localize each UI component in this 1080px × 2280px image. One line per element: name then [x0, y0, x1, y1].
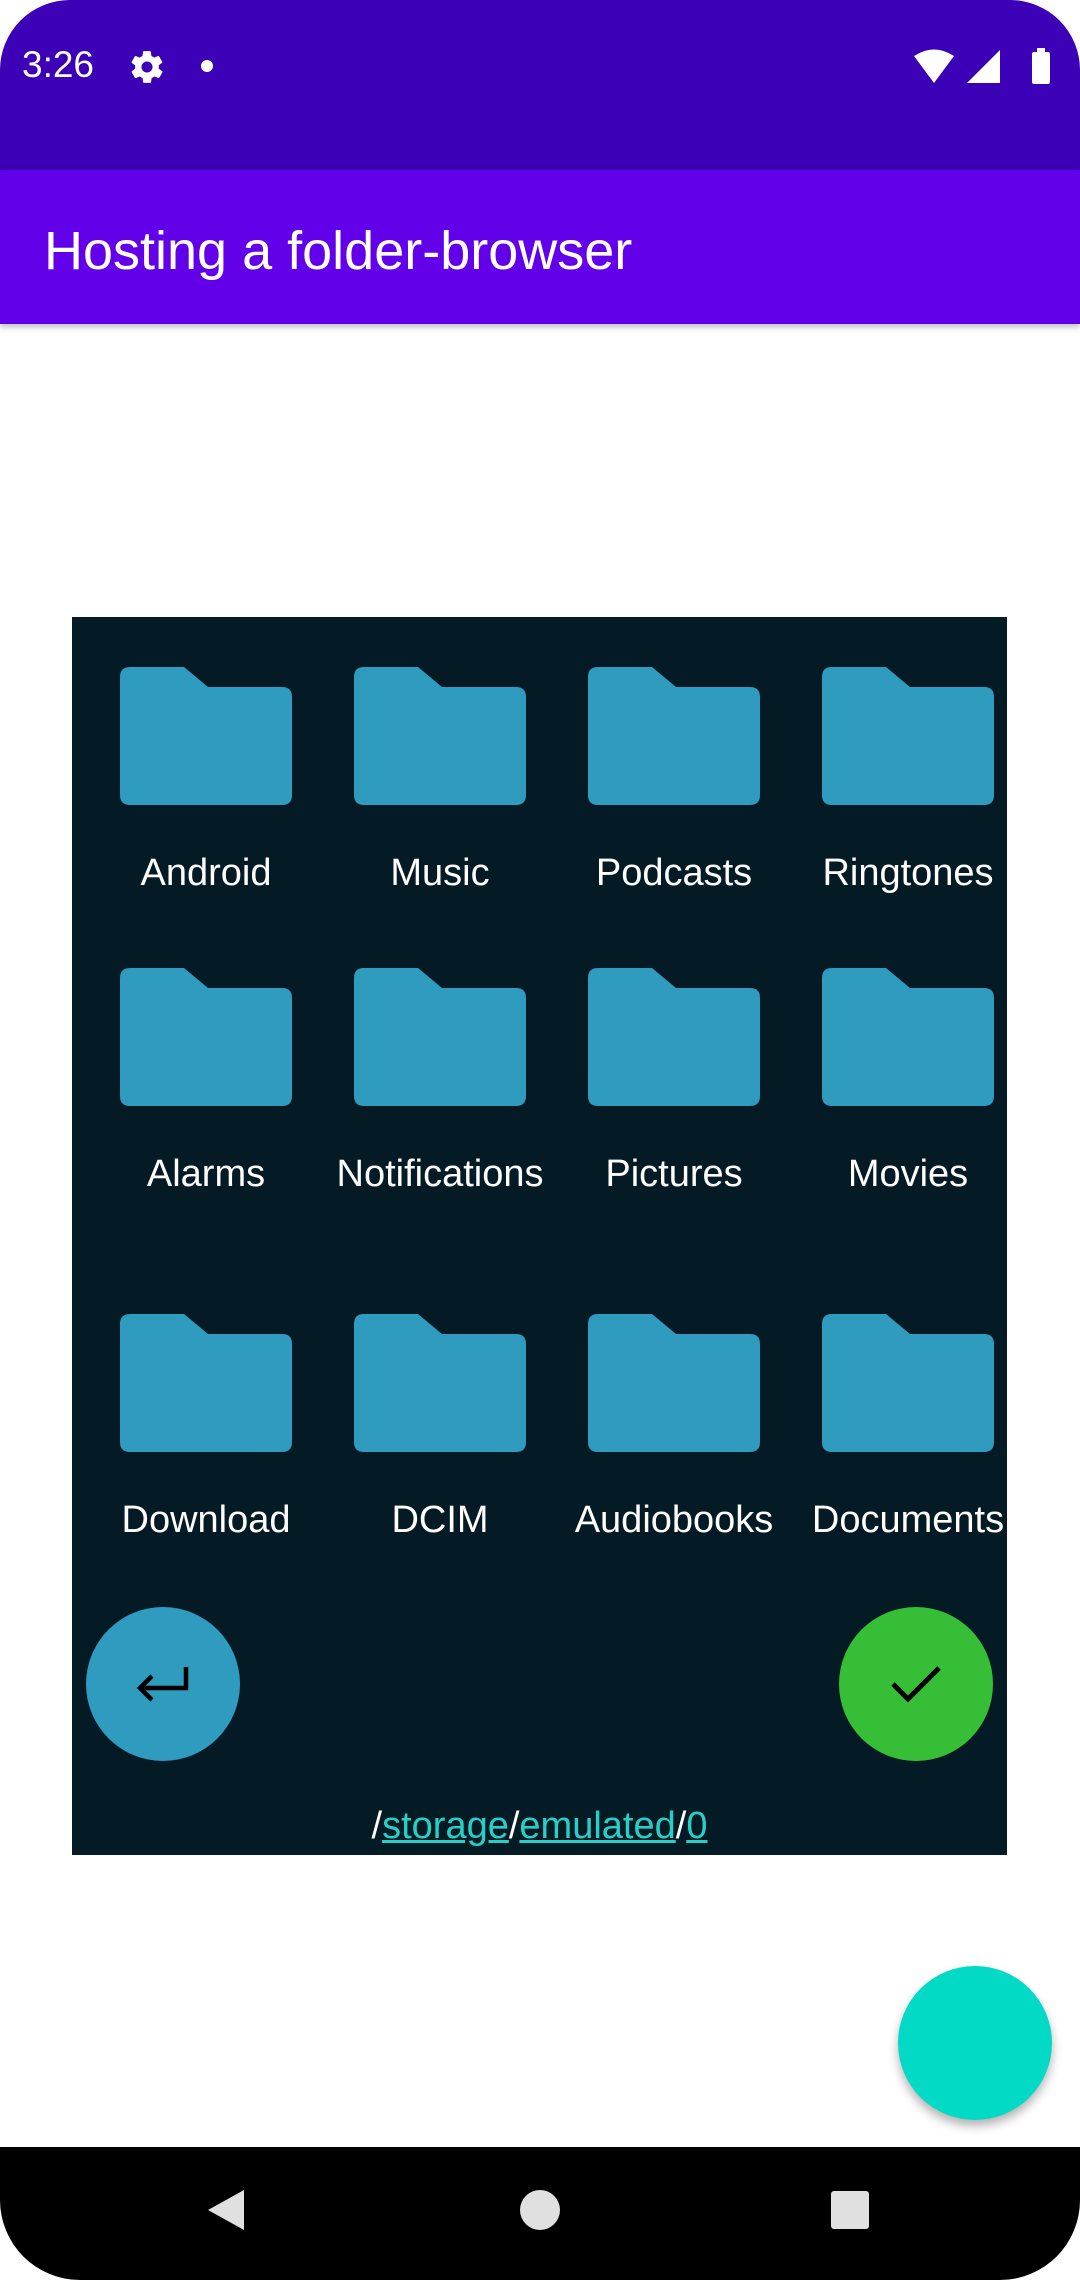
path-segment-storage[interactable]: storage — [382, 1805, 509, 1847]
folder-item[interactable]: Download — [89, 1314, 323, 1544]
home-nav-icon[interactable] — [518, 2185, 562, 2235]
folder-item[interactable]: Music — [323, 667, 557, 897]
folder-icon — [557, 1314, 791, 1454]
folder-item[interactable]: Documents — [791, 1314, 1025, 1544]
navigation-bar — [0, 2147, 1080, 2280]
recents-nav-icon[interactable] — [828, 2185, 872, 2235]
folder-label: Android — [140, 852, 272, 894]
folder-item[interactable]: DCIM — [323, 1314, 557, 1544]
folder-icon — [557, 667, 791, 807]
folder-icon — [323, 968, 557, 1108]
path-root: / — [371, 1805, 383, 1847]
folder-icon — [89, 1314, 323, 1454]
folder-label: DCIM — [391, 1499, 489, 1541]
folder-icon — [323, 1314, 557, 1454]
folder-label: Documents — [811, 1499, 1005, 1541]
folder-icon — [791, 1314, 1025, 1454]
checkmark-icon — [891, 1666, 941, 1703]
folder-item[interactable]: Podcasts — [557, 667, 791, 897]
path-separator: / — [508, 1805, 520, 1847]
folder-browser: Android Music Podcasts Ringtones Alarms Notif… — [72, 617, 1007, 1855]
folder-label: Music — [390, 852, 490, 894]
folder-label: Pictures — [605, 1153, 743, 1195]
folder-label: Ringtones — [822, 852, 994, 894]
folder-label: Download — [121, 1499, 291, 1541]
confirm-button[interactable] — [839, 1607, 993, 1761]
path-separator: / — [675, 1805, 687, 1847]
folder-item[interactable]: Alarms — [89, 968, 323, 1198]
signal-icon — [967, 50, 1000, 83]
folder-item[interactable]: Android — [89, 667, 323, 897]
status-icons — [914, 48, 1050, 84]
folder-item[interactable]: Ringtones — [791, 667, 1025, 897]
folder-icon — [791, 667, 1025, 807]
folder-icon — [791, 968, 1025, 1108]
folder-icon — [323, 667, 557, 807]
folder-label: Podcasts — [595, 852, 753, 894]
battery-icon — [1032, 48, 1050, 84]
path-segment-emulated[interactable]: emulated — [519, 1805, 675, 1847]
return-arrow-icon — [136, 1667, 189, 1702]
path-segment-0[interactable]: 0 — [686, 1805, 707, 1847]
gear-icon — [131, 51, 163, 83]
folder-label: Movies — [847, 1153, 969, 1195]
folder-item[interactable]: Movies — [791, 968, 1025, 1198]
back-button[interactable] — [86, 1607, 240, 1761]
floating-action-button[interactable] — [898, 1966, 1052, 2120]
notification-dot-icon — [201, 60, 213, 72]
folder-icon — [557, 968, 791, 1108]
status-bar: 3:26 — [0, 0, 1080, 170]
folder-icon — [89, 667, 323, 807]
folder-item[interactable]: Pictures — [557, 968, 791, 1198]
folder-label: Audiobooks — [574, 1499, 774, 1541]
app-bar: Hosting a folder-browser — [0, 170, 1080, 324]
wifi-icon — [914, 49, 954, 83]
page-title: Hosting a folder-browser — [44, 221, 633, 281]
folder-label: Alarms — [146, 1153, 266, 1195]
back-nav-icon[interactable] — [204, 2185, 248, 2235]
path-breadcrumb: /storage/emulated/0 — [72, 1805, 1007, 1848]
status-time: 3:26 — [22, 44, 95, 85]
folder-item[interactable]: Notifications — [323, 968, 557, 1198]
folder-item[interactable]: Audiobooks — [557, 1314, 791, 1544]
folder-label: Notifications — [336, 1153, 544, 1195]
folder-icon — [89, 968, 323, 1108]
